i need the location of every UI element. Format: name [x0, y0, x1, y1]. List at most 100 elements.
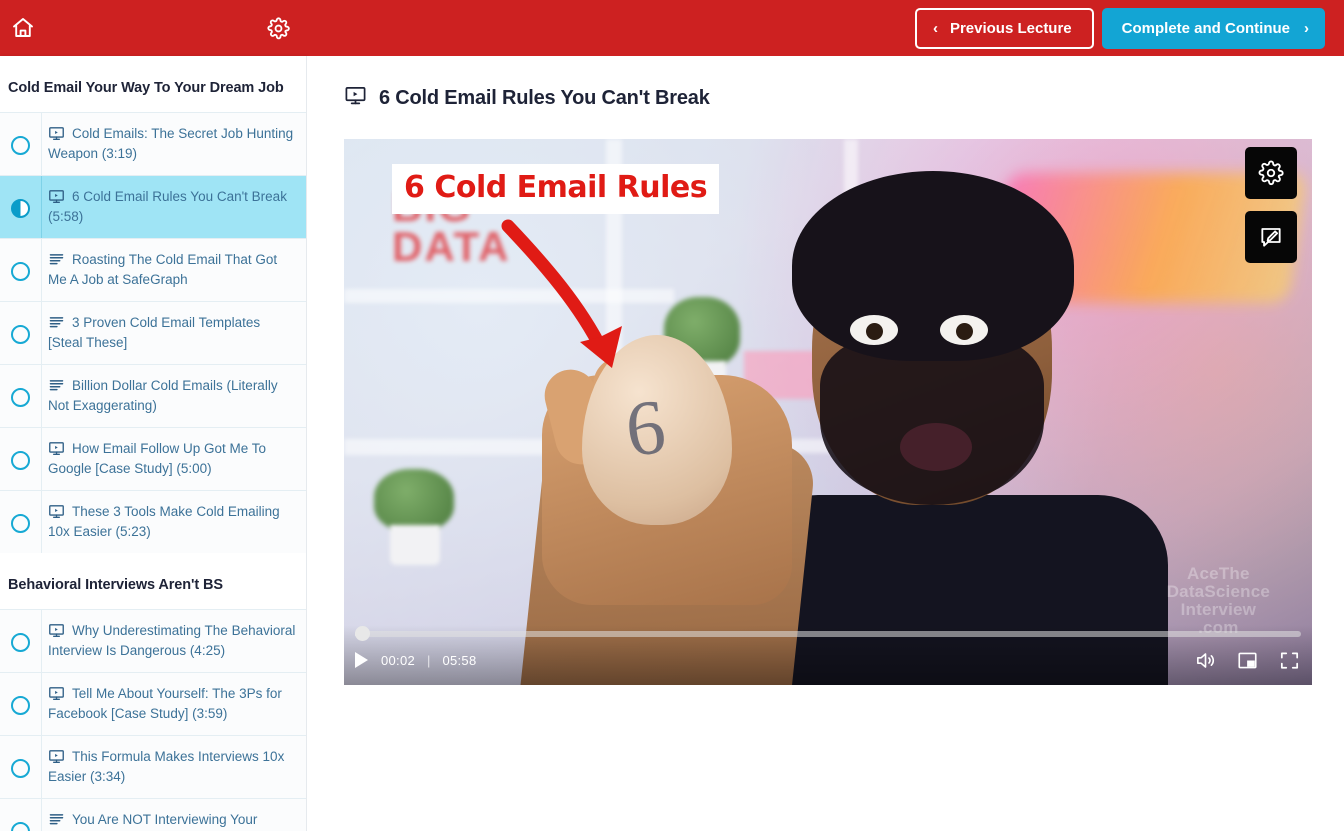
lesson-title: Tell Me About Yourself: The 3Ps for Face…	[48, 686, 282, 721]
sidebar-section-title: Cold Email Your Way To Your Dream Job	[8, 80, 284, 96]
watermark-line: DataScience	[1166, 582, 1270, 601]
presenter-mouth	[900, 423, 972, 471]
lesson-body[interactable]: Cold Emails: The Secret Job Hunting Weap…	[41, 113, 306, 175]
lesson-status-indicator[interactable]	[0, 365, 41, 427]
incomplete-circle-icon	[11, 695, 30, 715]
lesson-body[interactable]: How Email Follow Up Got Me To Google [Ca…	[41, 428, 306, 490]
video-floating-buttons	[1245, 147, 1297, 263]
home-icon[interactable]	[6, 11, 40, 45]
decor-plant	[374, 469, 454, 531]
watermark-line: AceThe	[1187, 564, 1250, 583]
fullscreen-button[interactable]	[1278, 649, 1301, 672]
main-content: 6 Cold Email Rules You Can't Break BIGDA…	[307, 56, 1344, 831]
video-control-row: 00:02 | 05:58	[355, 648, 1301, 672]
time-divider: |	[427, 652, 431, 668]
top-bar-actions: ‹ Previous Lecture Complete and Continue…	[307, 0, 1344, 56]
chevron-left-icon: ‹	[932, 19, 938, 37]
egg-number: 6	[621, 382, 670, 473]
progress-track[interactable]	[355, 631, 1301, 637]
sidebar-lesson-item[interactable]: Billion Dollar Cold Emails (Literally No…	[0, 364, 306, 427]
video-settings-button[interactable]	[1245, 147, 1297, 199]
play-button[interactable]	[355, 648, 381, 672]
sidebar-lesson-item[interactable]: Tell Me About Yourself: The 3Ps for Face…	[0, 672, 306, 735]
lesson-status-indicator[interactable]	[0, 673, 41, 735]
picture-in-picture-icon	[1238, 652, 1257, 668]
sidebar-lesson-item[interactable]: 3 Proven Cold Email Templates [Steal The…	[0, 301, 306, 364]
gear-icon[interactable]	[261, 11, 295, 45]
sidebar-lesson-item[interactable]: How Email Follow Up Got Me To Google [Ca…	[0, 427, 306, 490]
sidebar-lesson-item[interactable]: Why Underestimating The Behavioral Inter…	[0, 609, 306, 672]
lesson-status-indicator[interactable]	[0, 491, 41, 553]
sidebar-lesson-item[interactable]: Roasting The Cold Email That Got Me A Jo…	[0, 238, 306, 301]
lesson-title: Cold Emails: The Secret Job Hunting Weap…	[48, 126, 294, 161]
video-progress-bar[interactable]	[355, 626, 1301, 641]
top-bar: ‹ Previous Lecture Complete and Continue…	[0, 0, 1344, 56]
lesson-body[interactable]: 6 Cold Email Rules You Can't Break (5:58…	[41, 176, 306, 238]
video-controls: 00:02 | 05:58	[344, 625, 1312, 685]
sidebar-lesson-item[interactable]: 6 Cold Email Rules You Can't Break (5:58…	[0, 175, 306, 238]
complete-and-continue-button[interactable]: Complete and Continue ›	[1101, 7, 1325, 49]
video-overlay-title: 6 Cold Email Rules	[392, 164, 720, 214]
previous-lecture-button[interactable]: ‹ Previous Lecture	[914, 7, 1094, 49]
incomplete-circle-icon	[11, 324, 30, 344]
lesson-body[interactable]: Why Underestimating The Behavioral Inter…	[41, 610, 306, 672]
picture-in-picture-button[interactable]	[1236, 649, 1259, 672]
page-title: 6 Cold Email Rules You Can't Break	[379, 86, 710, 109]
comment-edit-icon	[1261, 228, 1281, 247]
sidebar-lesson-item[interactable]: These 3 Tools Make Cold Emailing 10x Eas…	[0, 490, 306, 553]
lesson-status-indicator[interactable]	[0, 176, 41, 238]
lesson-status-indicator[interactable]	[0, 799, 41, 831]
lesson-title: Roasting The Cold Email That Got Me A Jo…	[48, 252, 278, 287]
text-lesson-icon	[48, 811, 65, 828]
lesson-status-indicator[interactable]	[0, 736, 41, 798]
lesson-body[interactable]: This Formula Makes Interviews 10x Easier…	[41, 736, 306, 798]
video-icon	[48, 503, 65, 520]
lesson-body[interactable]: 3 Proven Cold Email Templates [Steal The…	[41, 302, 306, 364]
text-lesson-icon	[48, 377, 65, 394]
lesson-body[interactable]: Tell Me About Yourself: The 3Ps for Face…	[41, 673, 306, 735]
text-lesson-icon	[48, 314, 65, 331]
lesson-status-indicator[interactable]	[0, 428, 41, 490]
lesson-status-indicator[interactable]	[0, 610, 41, 672]
progress-handle[interactable]	[355, 626, 370, 641]
lesson-body[interactable]: You Are NOT Interviewing Your Interviewe…	[41, 799, 306, 831]
previous-lecture-label: Previous Lecture	[949, 19, 1072, 37]
video-icon	[48, 685, 65, 702]
lesson-title: These 3 Tools Make Cold Emailing 10x Eas…	[48, 504, 280, 539]
sidebar-lesson-item[interactable]: This Formula Makes Interviews 10x Easier…	[0, 735, 306, 798]
course-curriculum-sidebar[interactable]: Cold Email Your Way To Your Dream Job Co…	[0, 56, 307, 831]
sidebar-lesson-item[interactable]: Cold Emails: The Secret Job Hunting Weap…	[0, 112, 306, 175]
current-time: 00:02	[381, 652, 416, 668]
video-icon	[48, 188, 65, 205]
lesson-status-indicator[interactable]	[0, 302, 41, 364]
video-note-button[interactable]	[1245, 211, 1297, 263]
lesson-body[interactable]: Roasting The Cold Email That Got Me A Jo…	[41, 239, 306, 301]
decor-pot	[390, 525, 440, 565]
incomplete-circle-icon	[11, 513, 30, 533]
incomplete-circle-icon	[11, 261, 30, 281]
video-player[interactable]: BIGDATA 6 6 Co	[344, 139, 1312, 685]
fullscreen-icon	[1280, 652, 1299, 669]
incomplete-circle-icon	[11, 821, 30, 831]
sidebar-lesson-item[interactable]: You Are NOT Interviewing Your Interviewe…	[0, 798, 306, 831]
incomplete-circle-icon	[11, 758, 30, 778]
watermark-line: Interview	[1180, 600, 1257, 619]
volume-icon	[1197, 652, 1214, 668]
lesson-body[interactable]: These 3 Tools Make Cold Emailing 10x Eas…	[41, 491, 306, 553]
lesson-title: You Are NOT Interviewing Your Interviewe…	[72, 812, 258, 827]
lesson-status-indicator[interactable]	[0, 113, 41, 175]
volume-button[interactable]	[1194, 649, 1217, 672]
video-icon	[48, 622, 65, 639]
video-overlay-title-text: 6 Cold Email Rules	[404, 170, 708, 205]
video-icon	[48, 748, 65, 765]
in-progress-circle-icon	[11, 198, 30, 218]
presenter-hair	[792, 171, 1074, 361]
sidebar-section-title: Behavioral Interviews Aren't BS	[8, 577, 223, 593]
gear-icon	[1258, 160, 1284, 186]
lesson-title: This Formula Makes Interviews 10x Easier…	[48, 749, 285, 784]
duration: 05:58	[442, 652, 477, 668]
video-icon	[48, 440, 65, 457]
lesson-status-indicator[interactable]	[0, 239, 41, 301]
lesson-body[interactable]: Billion Dollar Cold Emails (Literally No…	[41, 365, 306, 427]
video-icon	[344, 84, 367, 112]
